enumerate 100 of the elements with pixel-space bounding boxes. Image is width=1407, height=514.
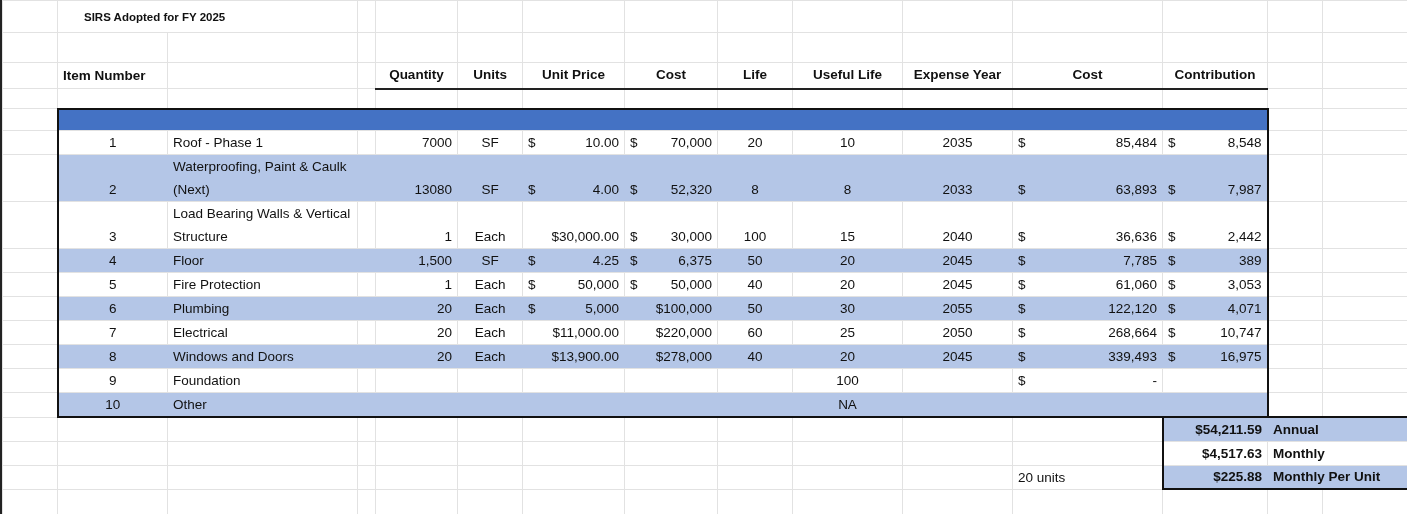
item-description: Roof - Phase 1 [173,134,265,152]
item-description: Fire Protection [173,276,262,294]
life-value: 50 [747,253,763,268]
currency-symbol: $ [1018,372,1026,390]
useful-life-value: 25 [840,325,856,340]
summary-label: Monthly Per Unit [1273,469,1381,484]
unit-price: $11,000.00 [552,324,619,342]
quantity-value: 20 [437,349,452,364]
contribution-value: 8,548 [1227,134,1262,152]
cost-value: 63,893 [1115,181,1157,199]
column-header: Life [743,67,767,83]
contribution-value: 7,987 [1227,181,1262,199]
item-description: Foundation [173,372,242,390]
summary-amount: $4,517.63 [1201,445,1262,461]
unit-price: $30,000.00 [551,228,619,246]
expense-year: 2045 [942,253,973,268]
item-number: 7 [109,325,117,340]
life-value: 60 [747,325,763,340]
column-header: Cost [656,67,686,83]
item-number: 3 [109,229,117,244]
contribution-value: 389 [1239,252,1262,270]
column-header: Units [473,67,507,83]
useful-life-value: 30 [840,301,856,316]
currency-symbol: $ [528,252,536,270]
item-description: Plumbing [173,300,231,318]
column-header: Quantity [389,67,444,83]
quantity-value: 13080 [414,182,452,197]
currency-symbol: $ [1018,348,1026,366]
column-header: Contribution [1174,67,1256,83]
contribution-value: 2,442 [1227,228,1262,246]
item-number: 8 [109,349,117,364]
quantity-value: 1 [444,229,452,244]
item-description: Floor [173,252,205,270]
item-number: 4 [109,253,117,268]
quantity-value: 20 [437,325,452,340]
expense-year: 2035 [942,135,973,150]
useful-life-value: 20 [840,253,856,268]
useful-life-value: NA [838,397,857,412]
currency-symbol: $ [1018,276,1026,294]
life-value: 8 [751,182,759,197]
cost-value: 36,636 [1115,228,1157,246]
item-number: 2 [109,182,117,197]
cost-value: 50,000 [670,276,712,294]
column-header: Useful Life [813,67,882,83]
column-header: Expense Year [913,67,1002,83]
unit-price: 5,000 [585,300,619,318]
item-number: 5 [109,277,117,292]
unit-price: 50,000 [577,276,619,294]
currency-symbol: $ [630,228,638,246]
life-value: 20 [747,135,763,150]
currency-symbol: $ [1168,348,1176,366]
units-value: Each [474,325,506,340]
cost-value: 70,000 [670,134,712,152]
cost-value: 268,664 [1108,324,1157,342]
item-description: Other [173,396,208,414]
currency-symbol: $ [1018,252,1026,270]
cost-value: $278,000 [655,348,712,366]
life-value: 50 [747,301,763,316]
item-description: Waterproofing, Paint & Caulk (Next) [173,158,348,199]
cost-value: 85,484 [1115,134,1157,152]
useful-life-value: 8 [843,182,852,197]
contribution-value: 10,747 [1220,324,1262,342]
summary-amount: $225.88 [1213,469,1262,484]
useful-life-value: 15 [840,229,856,244]
currency-symbol: $ [1168,181,1176,199]
currency-symbol: $ [1168,324,1176,342]
summary-label: Monthly [1273,445,1325,461]
sheet-title: SIRS Adopted for FY 2025 [84,10,226,23]
column-header: Unit Price [542,67,606,83]
units-value: Each [474,277,506,292]
units-value: Each [474,301,506,316]
quantity-value: 1,500 [418,253,452,268]
item-number: 6 [109,301,117,316]
currency-symbol: $ [528,300,536,318]
quantity-value: 7000 [421,135,452,150]
unit-price: 4.25 [592,252,619,270]
item-description: Windows and Doors [173,348,295,366]
units-value: SF [481,253,499,268]
currency-symbol: $ [1018,181,1026,199]
currency-symbol: $ [630,181,638,199]
item-number: 1 [109,135,117,150]
expense-year: 2045 [942,349,973,364]
useful-life-value: 10 [840,135,856,150]
item-description: Electrical [173,324,229,342]
currency-symbol: $ [1018,134,1026,152]
units-note: 20 units [1018,469,1066,485]
quantity-value: 20 [437,301,452,316]
item-number: 10 [105,397,121,412]
currency-symbol: $ [1168,252,1176,270]
currency-symbol: $ [1168,300,1176,318]
currency-symbol: $ [528,181,536,199]
currency-symbol: $ [528,276,536,294]
quantity-value: 1 [444,277,452,292]
units-value: SF [481,182,499,197]
cost-value: 30,000 [670,228,712,246]
currency-symbol: $ [1168,134,1176,152]
expense-year: 2033 [942,182,973,197]
cost-value: $220,000 [655,324,712,342]
unit-price: 10.00 [585,134,619,152]
contribution-value: 4,071 [1227,300,1262,318]
